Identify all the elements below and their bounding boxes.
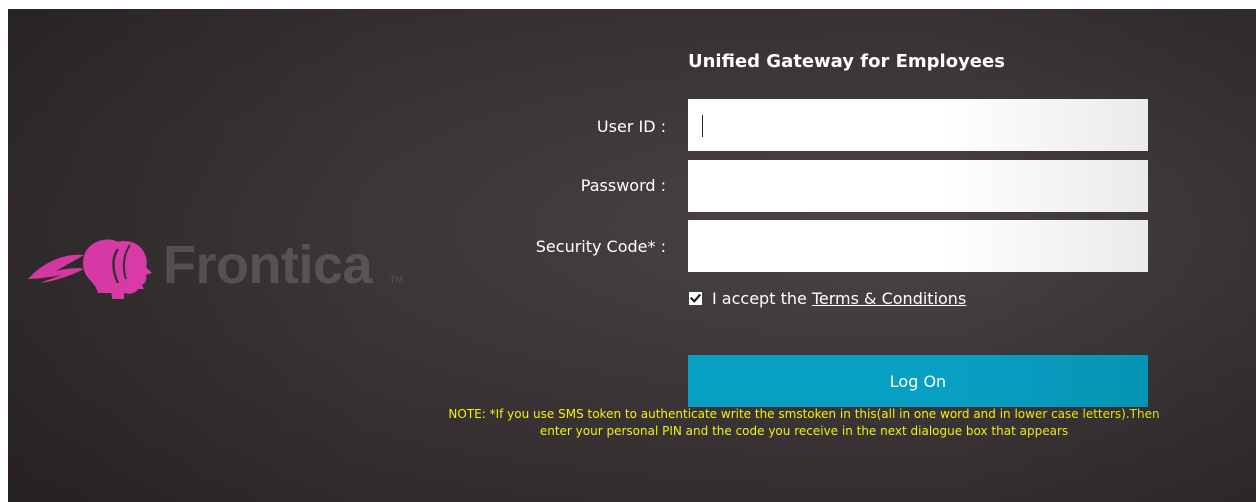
- sms-token-note: NOTE: *If you use SMS token to authentic…: [448, 407, 1160, 438]
- security-code-label: Security Code* :: [535, 237, 666, 256]
- frontica-logo: Frontica TM: [26, 231, 406, 301]
- login-page: Frontica TM Unified Gateway for Employee…: [8, 9, 1256, 502]
- checkmark-icon: [690, 293, 701, 303]
- password-label: Password :: [580, 176, 666, 195]
- security-code-input[interactable]: [688, 220, 1148, 272]
- password-input[interactable]: [688, 160, 1148, 212]
- accept-terms-row: I accept the Terms & Conditions: [688, 288, 966, 308]
- trademark-mark: TM: [390, 275, 403, 285]
- user-id-label: User ID :: [596, 117, 666, 136]
- text-caret: [702, 115, 703, 137]
- accept-terms-text: I accept the: [712, 288, 807, 308]
- brand-wordmark: Frontica: [163, 235, 373, 295]
- terms-conditions-link[interactable]: Terms & Conditions: [812, 289, 966, 308]
- gateway-title: Unified Gateway for Employees: [688, 51, 1005, 72]
- accept-terms-checkbox[interactable]: [689, 291, 702, 305]
- user-id-input[interactable]: [688, 99, 1148, 151]
- frontica-faces-logo-icon: [28, 239, 152, 299]
- log-on-button[interactable]: Log On: [688, 355, 1148, 407]
